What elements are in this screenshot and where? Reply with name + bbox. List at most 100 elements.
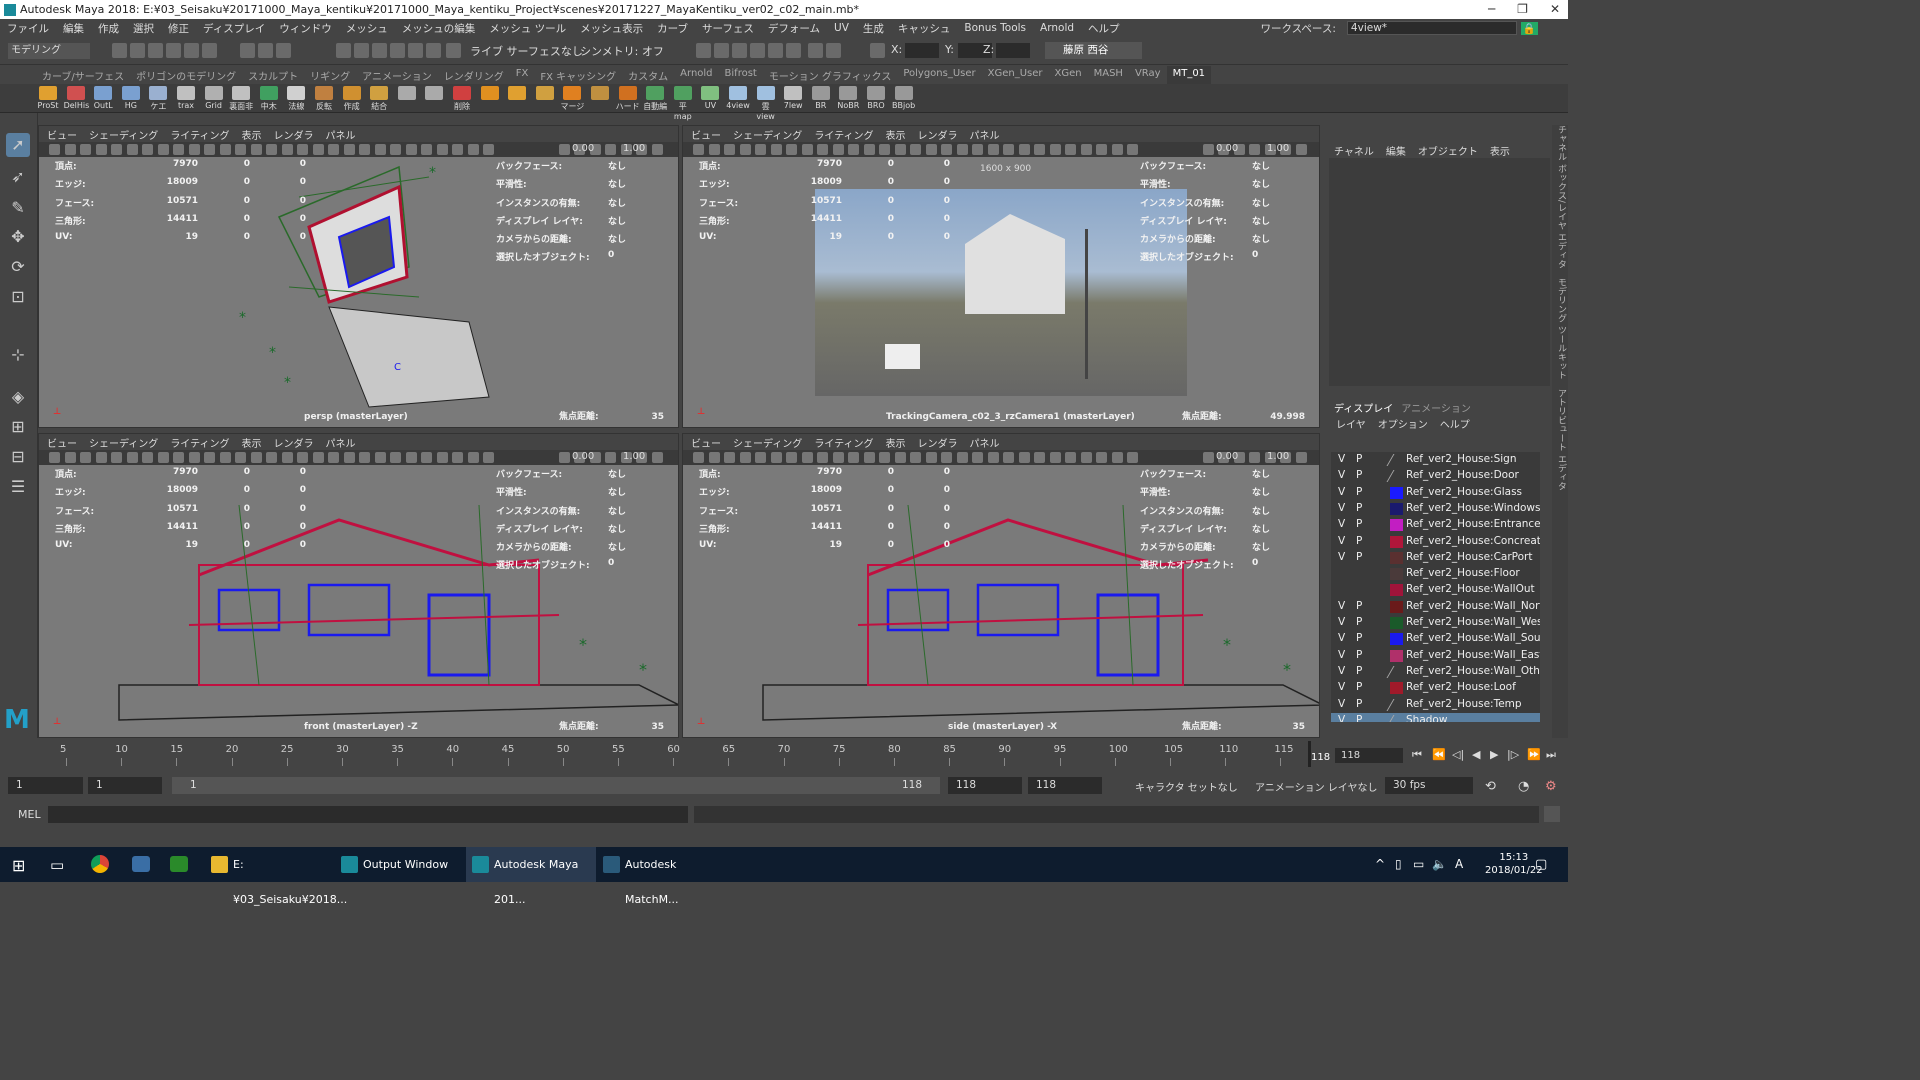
- panel-toolbar-icon[interactable]: [1018, 452, 1030, 463]
- status-tool-icon[interactable]: [446, 43, 461, 58]
- panel-toolbar-icon[interactable]: [956, 144, 968, 155]
- shelf-button[interactable]: [478, 86, 502, 112]
- panel-menu-panels[interactable]: パネル: [326, 435, 356, 450]
- panel-toolbar-icon[interactable]: [558, 452, 570, 463]
- rotate-tool-icon[interactable]: ⟳: [6, 255, 30, 279]
- panel-toolbar-icon[interactable]: [1202, 452, 1214, 463]
- shelf-button[interactable]: マージ: [560, 86, 584, 112]
- start-time-field[interactable]: 1: [8, 777, 83, 794]
- layer-color-swatch[interactable]: [1386, 714, 1407, 722]
- tab-animation[interactable]: アニメーション: [1401, 400, 1471, 415]
- channel-box-menu-item[interactable]: チャネル: [1334, 143, 1374, 158]
- panel-toolbar-icon[interactable]: [863, 144, 875, 155]
- layer-color-swatch[interactable]: [1390, 633, 1403, 646]
- layer-visibility-toggle[interactable]: V: [1338, 502, 1352, 514]
- panel-toolbar-icon[interactable]: [157, 452, 169, 463]
- menu-item[interactable]: ヘルプ: [1081, 21, 1127, 36]
- status-tool-icon[interactable]: [750, 43, 765, 58]
- panel-toolbar-icon[interactable]: [173, 452, 184, 463]
- exposure-field[interactable]: 0.00: [1216, 143, 1238, 154]
- layer-row[interactable]: V P Ref_ver2_House:Entrance: [1331, 517, 1540, 533]
- status-tool-icon[interactable]: [240, 43, 255, 58]
- end-time-field[interactable]: 118: [1028, 777, 1102, 794]
- panel-menu-renderer[interactable]: レンダラ: [918, 435, 958, 450]
- layer-menu-item[interactable]: レイヤ: [1336, 416, 1366, 431]
- status-tool-icon[interactable]: [354, 43, 369, 58]
- status-tool-icon[interactable]: [768, 43, 783, 58]
- shelf-button[interactable]: [395, 86, 419, 112]
- shelf-tab[interactable]: VRay: [1129, 66, 1167, 84]
- layer-playback-toggle[interactable]: P: [1356, 714, 1370, 722]
- panel-toolbar-icon[interactable]: [817, 144, 828, 155]
- exposure-field[interactable]: 0.00: [1216, 451, 1238, 462]
- loop-icon[interactable]: ⟲: [1485, 779, 1496, 794]
- layer-color-swatch[interactable]: [1390, 617, 1403, 629]
- layer-row[interactable]: Ref_ver2_House:Floor: [1331, 566, 1540, 582]
- shelf-button[interactable]: 自動編: [643, 86, 667, 112]
- shelf-button[interactable]: 結合: [367, 86, 391, 112]
- menu-set-dropdown[interactable]: モデリング: [8, 43, 90, 59]
- live-surface-label[interactable]: ライブ サーフェスなし: [470, 43, 583, 59]
- viewport-canvas[interactable]: * * 頂点: 7970 0 0 エッジ: 18009 0 0 フェース: 10571 0 0 三角形:…: [683, 465, 1319, 737]
- step-forward-frame-icon[interactable]: |▷: [1507, 748, 1519, 761]
- panel-toolbar-icon[interactable]: [786, 452, 797, 463]
- status-tool-icon[interactable]: [184, 43, 199, 58]
- menu-item[interactable]: 生成: [856, 21, 891, 36]
- layer-color-swatch[interactable]: [1386, 698, 1407, 711]
- panel-toolbar-icon[interactable]: [80, 452, 91, 463]
- shelf-button[interactable]: [588, 86, 612, 112]
- gamma-field[interactable]: 1.00: [623, 143, 645, 154]
- viewport-canvas[interactable]: 頂点: 7970 0 0 エッジ: 18009 0 0 フェース: 10571 0 0 三角形: 1441…: [683, 157, 1319, 427]
- shelf-tab[interactable]: カスタム: [622, 66, 674, 84]
- panel-toolbar-icon[interactable]: [1080, 144, 1092, 155]
- layer-playback-toggle[interactable]: P: [1356, 632, 1370, 644]
- panel-toolbar-icon[interactable]: [328, 452, 339, 463]
- menu-item[interactable]: ウィンドウ: [272, 21, 339, 36]
- range-slider[interactable]: 1 118: [172, 777, 940, 794]
- paint-select-icon[interactable]: ✎: [6, 196, 30, 220]
- panel-toolbar-icon[interactable]: [1249, 144, 1260, 155]
- panel-toolbar-icon[interactable]: [972, 452, 983, 463]
- shelf-tab[interactable]: XGen: [1049, 66, 1088, 84]
- shelf-button[interactable]: BRO: [864, 86, 888, 112]
- panel-toolbar-icon[interactable]: [359, 144, 370, 155]
- layer-visibility-toggle[interactable]: V: [1338, 616, 1352, 628]
- menu-item[interactable]: メッシュの編集: [395, 21, 483, 36]
- panel-toolbar-icon[interactable]: [204, 144, 215, 155]
- battery-icon[interactable]: ▯: [1395, 857, 1402, 871]
- single-view-icon[interactable]: ◈: [6, 385, 30, 409]
- status-tool-icon[interactable]: [732, 43, 747, 58]
- viewport-panel[interactable]: ビュー シェーディング ライティング 表示 レンダラ パネル 0.00 1.00 * * 頂点…: [38, 433, 679, 738]
- panel-menu-view[interactable]: ビュー: [691, 127, 721, 142]
- layer-menu-item[interactable]: ヘルプ: [1440, 416, 1470, 431]
- panel-toolbar-icon[interactable]: [879, 452, 890, 463]
- lock-icon[interactable]: 🔒: [1520, 21, 1538, 35]
- panel-toolbar-icon[interactable]: [266, 452, 277, 463]
- menu-item[interactable]: Arnold: [1033, 22, 1081, 34]
- gamma-field[interactable]: 1.00: [1267, 143, 1289, 154]
- panel-toolbar-icon[interactable]: [987, 144, 999, 155]
- layer-visibility-toggle[interactable]: V: [1338, 649, 1352, 661]
- layer-row[interactable]: V P Ref_ver2_House:Door: [1331, 468, 1540, 484]
- layer-visibility-toggle[interactable]: V: [1338, 469, 1352, 481]
- panel-toolbar-icon[interactable]: [910, 452, 921, 463]
- panel-toolbar-icon[interactable]: [49, 144, 60, 155]
- shelf-tab[interactable]: アニメーション: [356, 66, 438, 84]
- status-tool-icon[interactable]: [336, 43, 351, 58]
- windows-start-icon[interactable]: ⊞: [12, 856, 25, 875]
- panel-menu-lighting[interactable]: ライティング: [814, 127, 873, 142]
- layer-color-swatch[interactable]: [1390, 682, 1403, 695]
- layer-playback-toggle[interactable]: P: [1356, 502, 1370, 514]
- auto-key-icon[interactable]: ◔: [1518, 779, 1529, 794]
- fps-dropdown[interactable]: 30 fps: [1385, 777, 1473, 794]
- panel-toolbar-icon[interactable]: [972, 144, 983, 155]
- panel-menu-show[interactable]: 表示: [242, 435, 262, 450]
- panel-toolbar-icon[interactable]: [724, 144, 735, 155]
- panel-toolbar-icon[interactable]: [786, 144, 797, 155]
- status-tool-icon[interactable]: [696, 43, 711, 58]
- panel-toolbar-icon[interactable]: [1295, 144, 1307, 155]
- step-back-frame-icon[interactable]: ◁|: [1452, 748, 1464, 761]
- panel-toolbar-icon[interactable]: [374, 452, 386, 463]
- network-icon[interactable]: ▭: [1413, 857, 1424, 871]
- shelf-tab[interactable]: XGen_User: [982, 66, 1049, 84]
